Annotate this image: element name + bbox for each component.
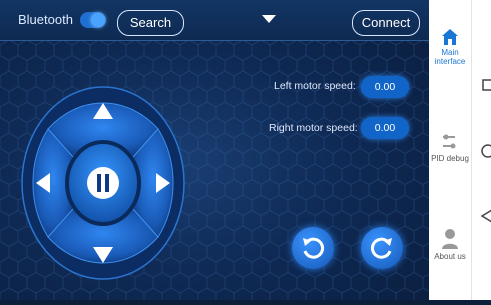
person-icon — [442, 229, 458, 249]
rotate-right-icon — [370, 237, 392, 259]
android-nav-bar — [471, 0, 491, 300]
connect-button[interactable]: Connect — [352, 10, 420, 36]
device-dropdown-icon[interactable] — [262, 15, 276, 23]
nav-main-interface[interactable]: Main interface — [429, 28, 471, 66]
pause-icon — [87, 167, 119, 199]
nav-label-2: interface — [434, 57, 466, 66]
rotate-left-icon — [303, 237, 325, 259]
nav-about-us[interactable]: About us — [429, 228, 471, 261]
right-motor-value: 0.00 — [361, 117, 409, 139]
direction-pad — [21, 86, 185, 280]
search-button[interactable]: Search — [117, 10, 184, 36]
sliders-icon — [443, 134, 456, 149]
rotate-right-button[interactable] — [361, 227, 403, 269]
nav-label: PID debug — [431, 154, 469, 163]
top-bar: Bluetooth Search Connect — [0, 0, 429, 41]
back-icon[interactable] — [480, 209, 491, 223]
nav-label: About us — [434, 252, 466, 261]
bluetooth-toggle[interactable] — [80, 12, 106, 28]
left-motor-label: Left motor speed: — [274, 80, 356, 92]
recent-apps-icon[interactable] — [482, 79, 491, 91]
home-circle-icon[interactable] — [481, 144, 491, 158]
rotate-left-button[interactable] — [292, 227, 334, 269]
toggle-knob — [91, 13, 105, 27]
sidebar: Main interface PID debug About us — [429, 0, 471, 300]
right-motor-label: Right motor speed: — [269, 122, 358, 134]
left-motor-value: 0.00 — [361, 76, 409, 98]
nav-pid-debug[interactable]: PID debug — [429, 132, 471, 163]
nav-label: Main — [441, 48, 459, 57]
main-interface: Bluetooth Search Connect Left motor spee… — [0, 0, 429, 300]
pause-button[interactable] — [65, 140, 141, 226]
android-nav-icons — [480, 79, 491, 223]
home-icon — [442, 29, 458, 45]
bluetooth-label: Bluetooth — [18, 12, 73, 27]
